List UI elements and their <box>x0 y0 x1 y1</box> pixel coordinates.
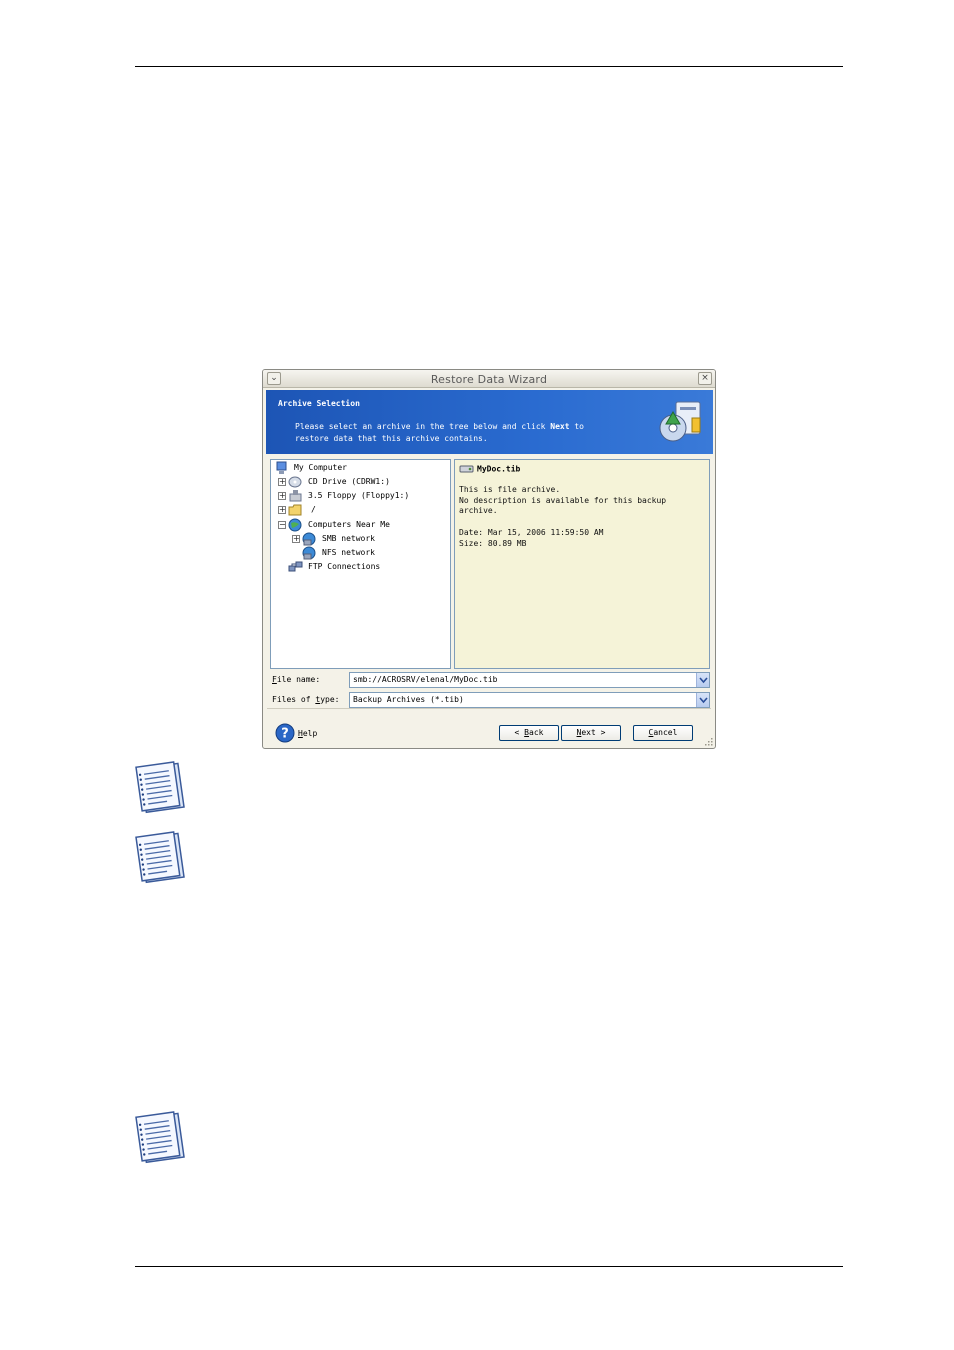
archive-size: Size: 80.89 MB <box>459 539 527 548</box>
file-type-select[interactable]: Backup Archives (*.tib) <box>349 692 710 708</box>
next-button[interactable]: Next > <box>561 725 621 741</box>
archive-info-panel: MyDoc.tib This is file archive. No descr… <box>454 459 710 669</box>
restore-wizard-icon <box>659 401 701 442</box>
help-text: elp <box>302 729 318 738</box>
svg-text:?: ? <box>281 727 289 742</box>
floppy-drive-icon <box>289 490 302 502</box>
network-globe-icon <box>288 518 302 532</box>
back-button[interactable]: < Back <box>499 725 559 741</box>
cd-drive-icon <box>288 476 302 488</box>
banner-desc-text: Please select an archive in the tree bel… <box>295 422 551 431</box>
expand-icon[interactable]: + <box>278 492 286 500</box>
wizard-banner: Archive Selection Please select an archi… <box>266 390 713 454</box>
close-button[interactable]: × <box>698 372 712 385</box>
button-row-divider <box>267 708 711 709</box>
banner-title: Archive Selection <box>278 399 360 408</box>
file-name-input[interactable]: smb://ACROSRV/elenal/MyDoc.tib <box>349 672 710 688</box>
expand-icon[interactable]: + <box>278 478 286 486</box>
archive-file-name: MyDoc.tib <box>459 464 520 474</box>
restore-data-wizard-dialog: ⌄ Restore Data Wizard × Archive Selectio… <box>262 369 716 749</box>
collapse-icon[interactable]: − <box>278 521 286 529</box>
archive-description-text-cont: archive. <box>459 506 498 515</box>
file-name-label-text: ile name: <box>276 675 321 684</box>
nfs-network-icon <box>302 546 316 560</box>
tree-item-label: FTP Connections <box>308 562 381 571</box>
page-header-rule <box>135 66 843 67</box>
window-title: Restore Data Wizard <box>430 373 548 386</box>
tree-item-label: CD Drive (CDRW1:) <box>308 477 390 486</box>
file-name-dropdown-button[interactable] <box>696 673 709 687</box>
archive-tree[interactable]: My Computer + CD Drive (CDRW1:) + 3.5 Fl… <box>270 459 451 669</box>
file-name-value: smb://ACROSRV/elenal/MyDoc.tib <box>353 675 498 684</box>
archive-description-text: No description is available for this bac… <box>459 496 667 505</box>
file-name-label: File name: <box>272 675 320 684</box>
cancel-button[interactable]: Cancel <box>633 725 693 741</box>
title-bar[interactable]: ⌄ Restore Data Wizard × <box>263 370 715 388</box>
computer-icon <box>276 461 287 474</box>
chevron-down-icon <box>699 697 708 704</box>
tree-item-label: NFS network <box>322 548 375 557</box>
folder-icon <box>288 504 302 516</box>
file-type-dropdown-button[interactable] <box>696 693 709 707</box>
file-type-value: Backup Archives (*.tib) <box>353 695 464 704</box>
tree-item-label: Computers Near Me <box>308 520 390 529</box>
expand-icon[interactable]: + <box>278 506 286 514</box>
smb-network-icon <box>302 532 316 546</box>
cancel-text: ancel <box>653 728 678 737</box>
expand-icon[interactable]: + <box>292 535 300 543</box>
ftp-connections-icon <box>288 561 303 572</box>
archive-type-text: This is file archive. <box>459 485 561 494</box>
note-icon <box>135 1111 185 1164</box>
file-type-label: Files of type: <box>272 695 339 704</box>
banner-desc-suffix: to <box>569 422 584 431</box>
help-icon[interactable]: ? <box>275 723 295 743</box>
note-icon <box>135 831 185 884</box>
resize-grip-icon[interactable] <box>705 738 713 746</box>
archive-date: Date: Mar 15, 2006 11:59:50 AM <box>459 528 604 537</box>
archive-file-name-text: MyDoc.tib <box>477 464 521 474</box>
note-icon <box>135 761 185 814</box>
file-type-label-text-rest: ype: <box>320 695 340 704</box>
chevron-down-icon <box>699 677 708 684</box>
tree-item-label: My Computer <box>294 463 347 472</box>
next-text: ext > <box>581 728 606 737</box>
tree-item-label: / <box>311 505 316 514</box>
back-arrow: < <box>514 728 525 737</box>
tree-item-label: SMB network <box>322 534 375 543</box>
banner-description: Please select an archive in the tree bel… <box>295 421 584 445</box>
page-footer-rule <box>135 1266 843 1267</box>
file-type-label-text: Files of <box>272 695 316 704</box>
banner-desc-line2: restore data that this archive contains. <box>295 434 488 443</box>
tree-item-label: 3.5 Floppy (Floppy1:) <box>308 491 410 500</box>
banner-desc-next: Next <box>550 422 570 431</box>
back-text: ack <box>529 728 544 737</box>
archive-file-icon <box>459 465 474 473</box>
help-button[interactable]: Help <box>298 729 317 738</box>
